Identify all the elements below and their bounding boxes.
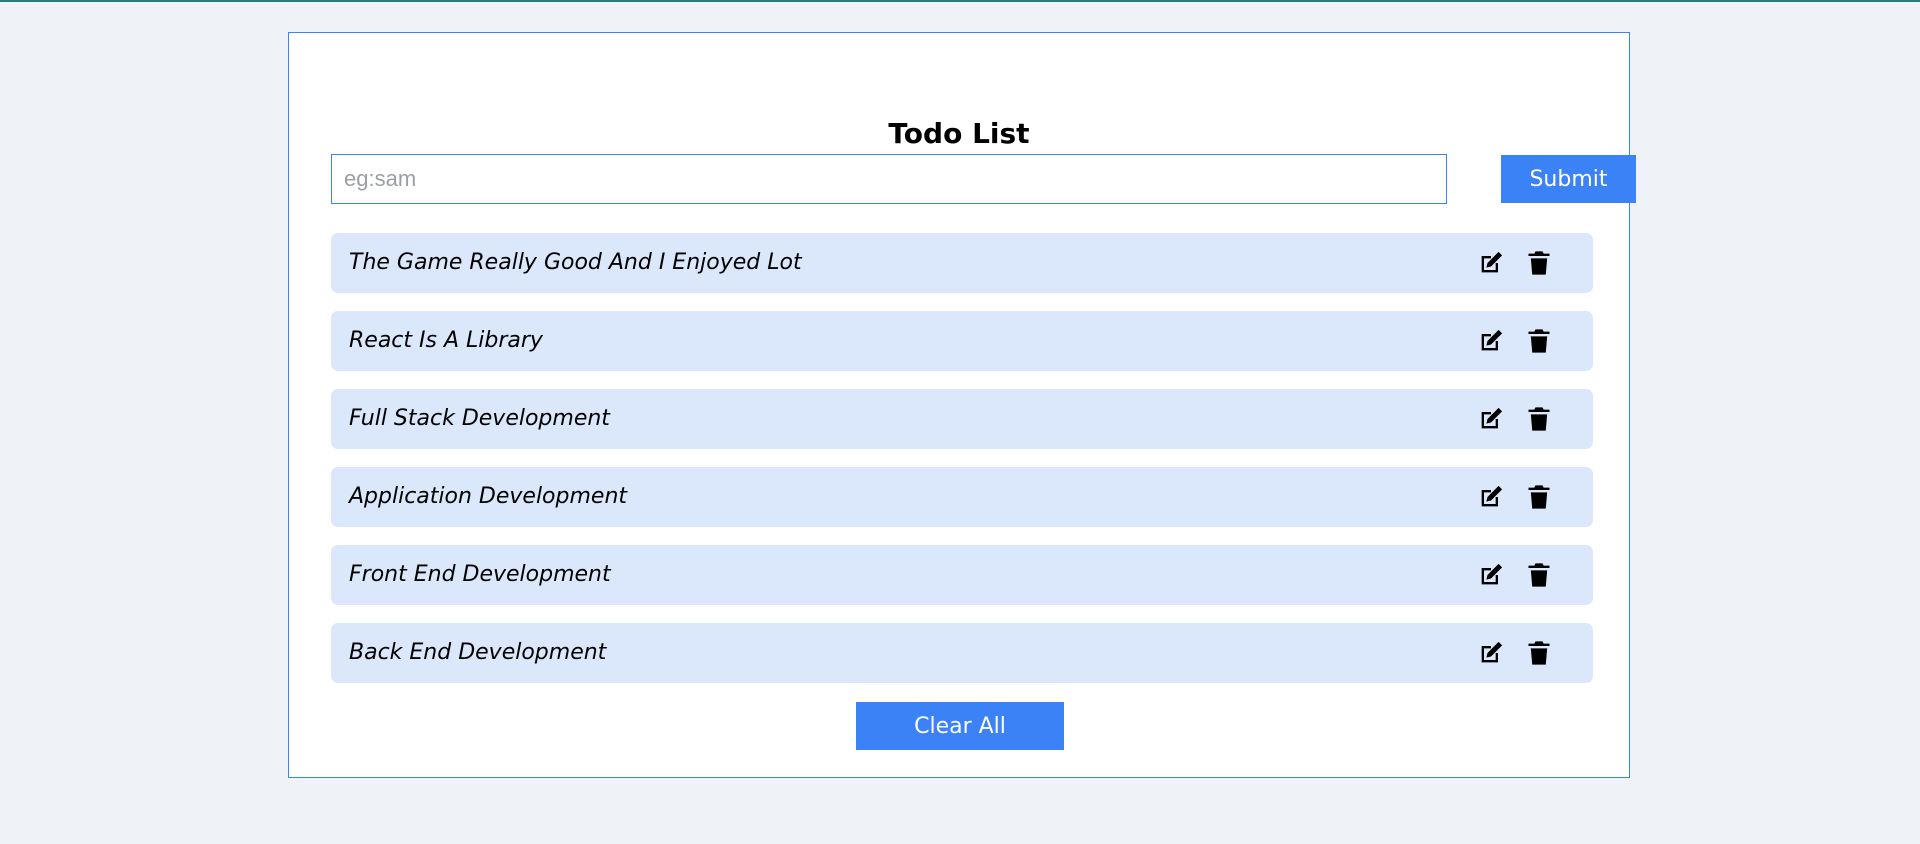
clear-all-button[interactable]: Clear All xyxy=(856,702,1064,750)
todo-item: Front End Development xyxy=(331,545,1593,605)
todo-item: Back End Development xyxy=(331,623,1593,683)
todo-item-text: The Game Really Good And I Enjoyed Lot xyxy=(349,250,802,275)
trash-icon[interactable] xyxy=(1525,483,1553,511)
edit-icon[interactable] xyxy=(1477,405,1505,433)
trash-icon[interactable] xyxy=(1525,249,1553,277)
todo-item-text: Application Development xyxy=(349,484,628,509)
trash-icon[interactable] xyxy=(1525,639,1553,667)
todo-item-text: Back End Development xyxy=(349,640,607,665)
todo-item: Full Stack Development xyxy=(331,389,1593,449)
todo-item: The Game Really Good And I Enjoyed Lot xyxy=(331,233,1593,293)
page-title: Todo List xyxy=(888,117,1030,150)
edit-icon[interactable] xyxy=(1477,639,1505,667)
todo-item-text: Front End Development xyxy=(349,562,611,587)
trash-icon[interactable] xyxy=(1525,327,1553,355)
edit-icon[interactable] xyxy=(1477,249,1505,277)
todo-item-text: Full Stack Development xyxy=(349,406,610,431)
todo-item-text: React Is A Library xyxy=(349,328,543,353)
edit-icon[interactable] xyxy=(1477,327,1505,355)
todo-input[interactable] xyxy=(331,154,1447,204)
top-border-strip xyxy=(0,0,1920,2)
todo-item: Application Development xyxy=(331,467,1593,527)
edit-icon[interactable] xyxy=(1477,483,1505,511)
edit-icon[interactable] xyxy=(1477,561,1505,589)
todo-item: React Is A Library xyxy=(331,311,1593,371)
trash-icon[interactable] xyxy=(1525,561,1553,589)
todo-card: Todo List Submit The Game Really Good An… xyxy=(288,32,1636,778)
submit-button[interactable]: Submit xyxy=(1501,155,1636,203)
todo-form: Submit xyxy=(331,154,1636,204)
trash-icon[interactable] xyxy=(1525,405,1553,433)
todo-list: The Game Really Good And I Enjoyed Lot R… xyxy=(331,233,1593,701)
